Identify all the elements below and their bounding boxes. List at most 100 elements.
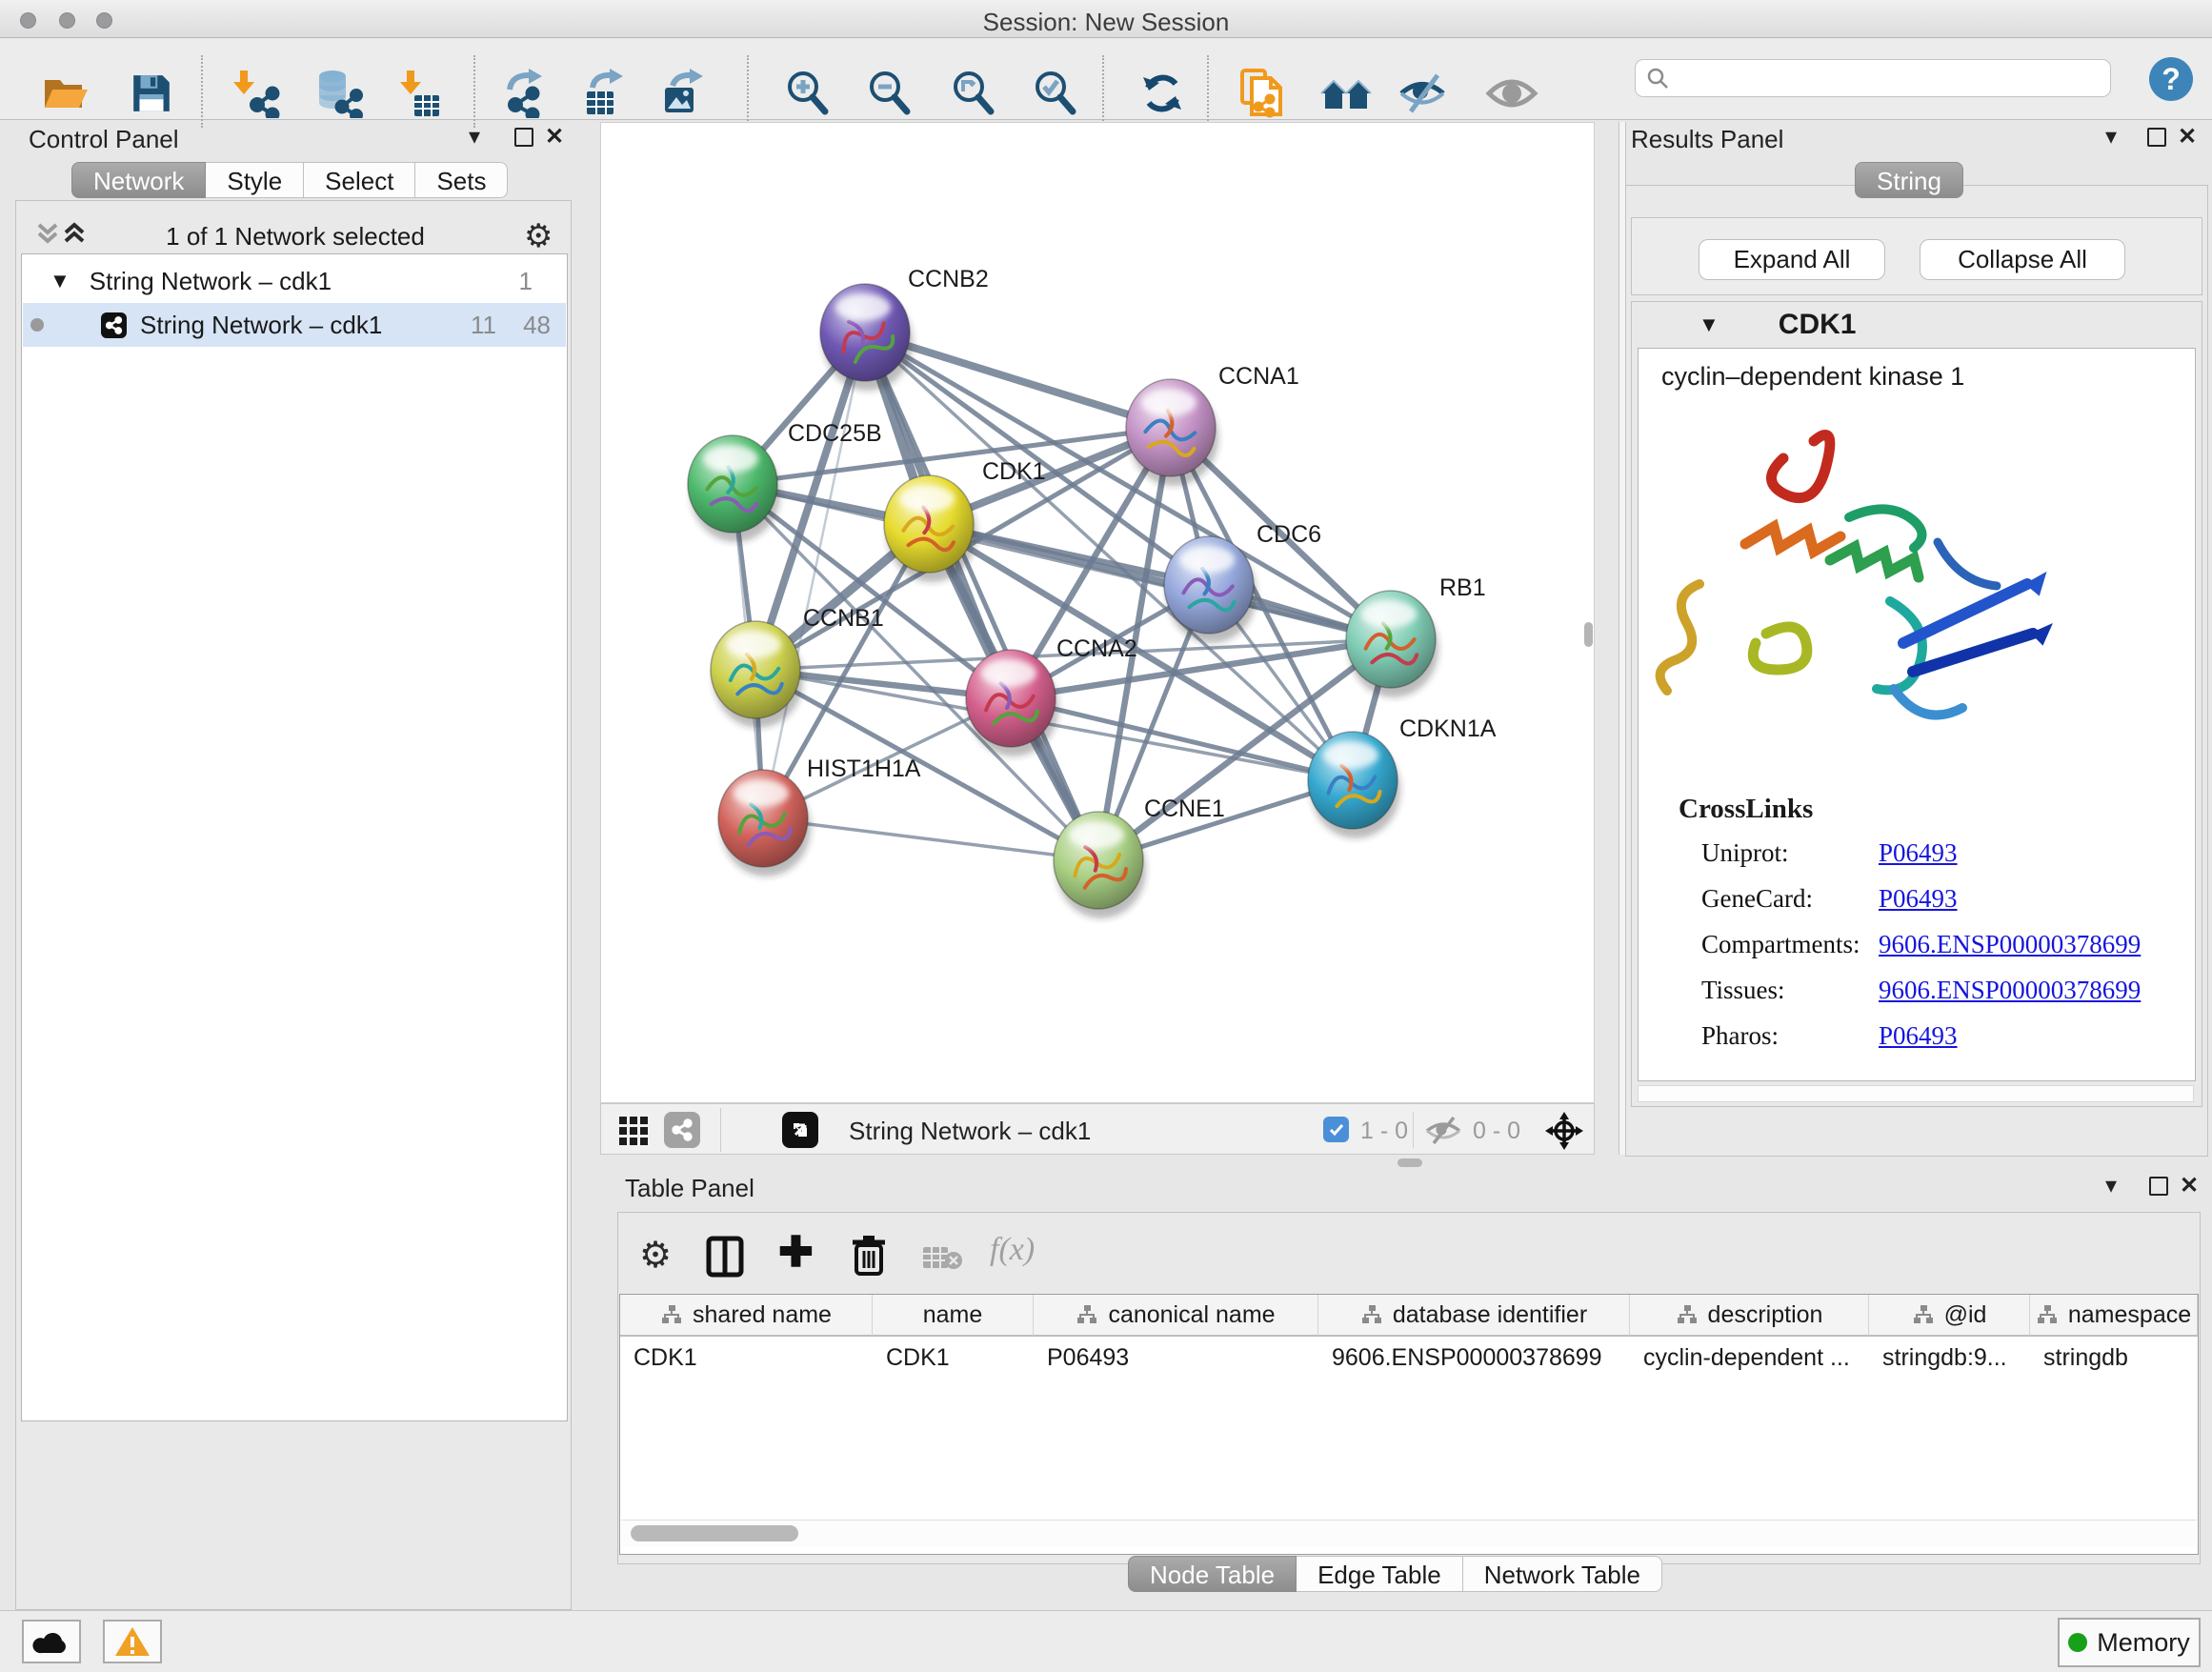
memory-button[interactable]: Memory <box>2058 1618 2201 1667</box>
column-header-@id[interactable]: @id <box>1869 1295 2030 1337</box>
graph-node-CDKN1A[interactable] <box>1308 732 1398 829</box>
table-panel-collapse-icon[interactable]: ▾ <box>2105 1172 2117 1199</box>
apply-layout-refresh-button[interactable] <box>1136 67 1188 120</box>
tab-network-table[interactable]: Network Table <box>1463 1556 1662 1592</box>
crosslink-value-link[interactable]: P06493 <box>1879 1021 1958 1051</box>
tab-network[interactable]: Network <box>71 162 206 198</box>
node-label-CDC6: CDC6 <box>1257 521 1321 548</box>
column-header-database-identifier[interactable]: database identifier <box>1318 1295 1630 1337</box>
section-collapse-triangle-icon[interactable]: ▼ <box>1699 312 1719 337</box>
table-cell[interactable]: CDK1 <box>873 1337 1034 1379</box>
string-home-button[interactable] <box>1321 67 1373 120</box>
crosslink-value-link[interactable]: 9606.ENSP00000378699 <box>1879 976 2141 1005</box>
global-search-field[interactable] <box>1635 59 2111 97</box>
selected-checkbox-icon[interactable] <box>1323 1117 1349 1142</box>
column-header-description[interactable]: description <box>1630 1295 1869 1337</box>
graph-node-CCNA2[interactable] <box>966 650 1056 747</box>
graph-node-CDC25B[interactable] <box>688 435 777 533</box>
help-button[interactable]: ? <box>2149 57 2193 101</box>
create-column-plus-icon[interactable]: ✚ <box>778 1232 814 1274</box>
graph-node-CCNB1[interactable] <box>711 621 800 718</box>
results-tab-string[interactable]: String <box>1855 162 1963 198</box>
network-canvas[interactable]: CCNB2CCNA1CDC25BCDK1CDC6RB1CCNB1CCNA2CDK… <box>600 122 1595 1103</box>
export-network-button[interactable] <box>501 67 553 120</box>
birdseye-view-icon[interactable] <box>782 1112 818 1148</box>
network-collection-row[interactable]: ▼ String Network – cdk1 1 <box>23 259 566 303</box>
graph-node-CDK1[interactable] <box>884 475 974 573</box>
collapse-all-button[interactable]: Collapse All <box>1920 239 2125 280</box>
scrollbar-thumb[interactable] <box>631 1525 798 1541</box>
zoom-fit-button[interactable] <box>949 67 1000 120</box>
graph-node-CCNE1[interactable] <box>1054 812 1143 909</box>
vertical-splitter-grip[interactable] <box>1584 622 1593 647</box>
crosslink-value-link[interactable]: 9606.ENSP00000378699 <box>1879 930 2141 959</box>
table-horizontal-scrollbar[interactable] <box>621 1520 2197 1547</box>
table-options-gear-icon[interactable]: ⚙ <box>639 1234 672 1277</box>
show-columns-icon[interactable] <box>706 1236 744 1278</box>
graph-node-HIST1H1A[interactable] <box>718 770 808 867</box>
table-cell[interactable]: CDK1 <box>620 1337 873 1379</box>
tab-select[interactable]: Select <box>304 162 415 198</box>
delete-column-trash-icon[interactable] <box>851 1234 887 1278</box>
tab-edge-table[interactable]: Edge Table <box>1297 1556 1463 1592</box>
import-network-from-database-button[interactable] <box>312 67 364 120</box>
crosslink-value-link[interactable]: P06493 <box>1879 884 1958 914</box>
graph-node-CDC6[interactable] <box>1164 536 1254 634</box>
graph-node-CCNB2[interactable] <box>820 284 910 381</box>
gene-section-header[interactable]: ▼ CDK1 <box>1632 302 2202 348</box>
tab-style[interactable]: Style <box>206 162 304 198</box>
open-session-button[interactable] <box>40 67 91 120</box>
table-cell[interactable]: cyclin-dependent ... <box>1630 1337 1869 1379</box>
results-panel-float-icon[interactable] <box>2147 128 2166 151</box>
table-panel-close-icon[interactable]: ✕ <box>2180 1172 2199 1199</box>
control-panel-collapse-icon[interactable]: ▾ <box>469 123 480 151</box>
cloud-status-button[interactable] <box>22 1620 81 1663</box>
export-image-button[interactable] <box>658 67 710 120</box>
table-cell[interactable]: stringdb <box>2030 1337 2198 1379</box>
results-panel-close-icon[interactable]: ✕ <box>2178 123 2197 151</box>
clone-network-button[interactable] <box>1238 67 1290 120</box>
expand-all-button[interactable]: Expand All <box>1699 239 1885 280</box>
table-cell[interactable]: stringdb:9... <box>1869 1337 2030 1379</box>
table-cell[interactable]: 9606.ENSP00000378699 <box>1318 1337 1630 1379</box>
grid-view-icon[interactable] <box>618 1116 649 1146</box>
column-header-shared-name[interactable]: shared name <box>620 1295 873 1337</box>
tab-sets[interactable]: Sets <box>415 162 508 198</box>
node-label-CCNB2: CCNB2 <box>908 266 989 292</box>
save-session-button[interactable] <box>126 67 177 120</box>
column-header-label: name <box>923 1301 983 1329</box>
table-panel-float-icon[interactable] <box>2149 1177 2168 1200</box>
import-table-file-button[interactable] <box>392 67 444 120</box>
network-share-view-icon[interactable] <box>664 1112 700 1148</box>
column-header-namespace[interactable]: namespace <box>2030 1295 2198 1337</box>
fit-content-crosshair-icon[interactable] <box>1544 1111 1584 1151</box>
table-cell[interactable]: P06493 <box>1034 1337 1318 1379</box>
results-panel-collapse-icon[interactable]: ▾ <box>2105 123 2117 151</box>
search-input[interactable] <box>1670 64 2093 92</box>
network-row-selected[interactable]: String Network – cdk1 11 48 <box>23 303 566 347</box>
network-options-gear-icon[interactable]: ⚙ <box>524 217 553 255</box>
hide-glasses-button[interactable] <box>1398 67 1449 120</box>
results-scrollbar[interactable] <box>1638 1085 2194 1102</box>
collection-collapse-triangle-icon[interactable]: ▼ <box>50 269 70 293</box>
control-panel-close-icon[interactable]: ✕ <box>545 123 564 151</box>
show-eye-button[interactable] <box>1486 67 1538 120</box>
tab-node-table[interactable]: Node Table <box>1128 1556 1297 1592</box>
zoom-in-button[interactable] <box>783 67 835 120</box>
table-row[interactable]: CDK1CDK1P064939606.ENSP00000378699cyclin… <box>620 1337 2198 1379</box>
export-table-button[interactable] <box>580 67 632 120</box>
import-network-file-button[interactable] <box>230 67 281 120</box>
graph-node-CCNA1[interactable] <box>1126 379 1216 476</box>
column-header-canonical-name[interactable]: canonical name <box>1034 1295 1318 1337</box>
collapse-all-networks-icon[interactable] <box>34 219 61 248</box>
hidden-eye-icon[interactable] <box>1424 1116 1462 1146</box>
warnings-button[interactable] <box>103 1620 162 1663</box>
zoom-selected-button[interactable] <box>1031 67 1082 120</box>
column-header-name[interactable]: name <box>873 1295 1034 1337</box>
zoom-out-button[interactable] <box>865 67 916 120</box>
horizontal-splitter-grip[interactable] <box>1398 1158 1422 1167</box>
control-panel-float-icon[interactable] <box>514 128 533 151</box>
crosslink-value-link[interactable]: P06493 <box>1879 838 1958 868</box>
graph-node-RB1[interactable] <box>1346 591 1436 688</box>
expand-all-networks-icon[interactable] <box>61 219 88 248</box>
